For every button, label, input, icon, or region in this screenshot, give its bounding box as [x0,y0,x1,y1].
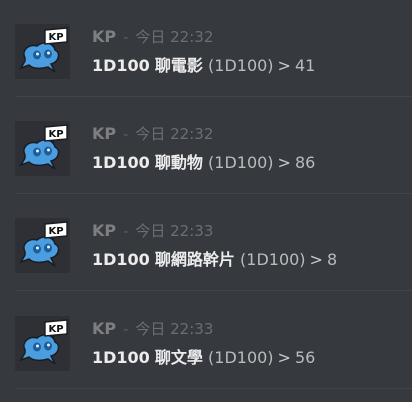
dice-result: 86 [294,153,316,172]
message-content: 1D100 聊動物 (1D100) >86 [92,152,315,174]
svg-text:KP: KP [48,226,63,237]
result-arrow: > [277,348,291,367]
kp-mascot-icon: KP [15,218,70,273]
author-name[interactable]: KP [92,124,116,143]
message-content: 1D100 聊電影 (1D100) >41 [92,55,315,77]
result-arrow: > [277,56,291,75]
svg-text:KP: KP [48,129,63,140]
header-separator: - [123,322,129,338]
message: KP KP - 今日 22:33 1D100 聊文學 (1D100) >56 [0,292,412,389]
avatar[interactable]: KP [15,316,70,371]
message-header: KP - 今日 22:33 [92,221,213,242]
dice-topic: 聊文學 [154,348,203,367]
message-header: KP - 今日 22:33 [92,319,213,340]
svg-text:KP: KP [48,32,63,43]
message-header: KP - 今日 22:32 [92,124,213,145]
timestamp: 今日 22:33 [135,222,214,240]
dice-topic: 聊電影 [154,56,203,75]
author-name[interactable]: KP [92,221,116,240]
author-name[interactable]: KP [92,27,116,46]
message: KP KP - 今日 22:32 1D100 聊電影 (1D100) >41 [0,0,412,97]
message-feed: KP KP - 今日 22:32 1D100 聊電影 (1D100) >41 K… [0,0,412,402]
dice-code: 1D100 [92,56,150,75]
message-content: 1D100 聊網路幹片 (1D100) >8 [92,249,337,271]
kp-mascot-icon: KP [15,316,70,371]
message-divider [15,388,412,389]
dice-result: 56 [294,348,316,367]
header-separator: - [123,224,129,240]
author-name[interactable]: KP [92,319,116,338]
result-arrow: > [277,153,291,172]
svg-text:KP: KP [48,324,63,335]
header-separator: - [123,127,129,143]
dice-code: 1D100 [92,348,150,367]
dice-result: 41 [294,56,316,75]
dice-topic: 聊動物 [154,153,203,172]
dice-code: 1D100 [92,153,150,172]
kp-mascot-icon: KP [15,24,70,79]
dice-paren: (1D100) [240,250,306,269]
dice-paren: (1D100) [208,348,274,367]
dice-topic: 聊網路幹片 [154,250,235,269]
message-divider [15,290,412,291]
timestamp: 今日 22:33 [135,320,214,338]
dice-paren: (1D100) [208,153,274,172]
message-content: 1D100 聊文學 (1D100) >56 [92,347,315,369]
dice-paren: (1D100) [208,56,274,75]
message-header: KP - 今日 22:32 [92,27,213,48]
dice-code: 1D100 [92,250,150,269]
timestamp: 今日 22:32 [135,28,214,46]
message: KP KP - 今日 22:32 1D100 聊動物 (1D100) >86 [0,97,412,194]
header-separator: - [123,30,129,46]
timestamp: 今日 22:32 [135,125,214,143]
avatar[interactable]: KP [15,121,70,176]
dice-result: 8 [326,250,338,269]
message: KP KP - 今日 22:33 1D100 聊網路幹片 (1D100) >8 [0,194,412,291]
avatar[interactable]: KP [15,24,70,79]
avatar[interactable]: KP [15,218,70,273]
kp-mascot-icon: KP [15,121,70,176]
result-arrow: > [309,250,323,269]
